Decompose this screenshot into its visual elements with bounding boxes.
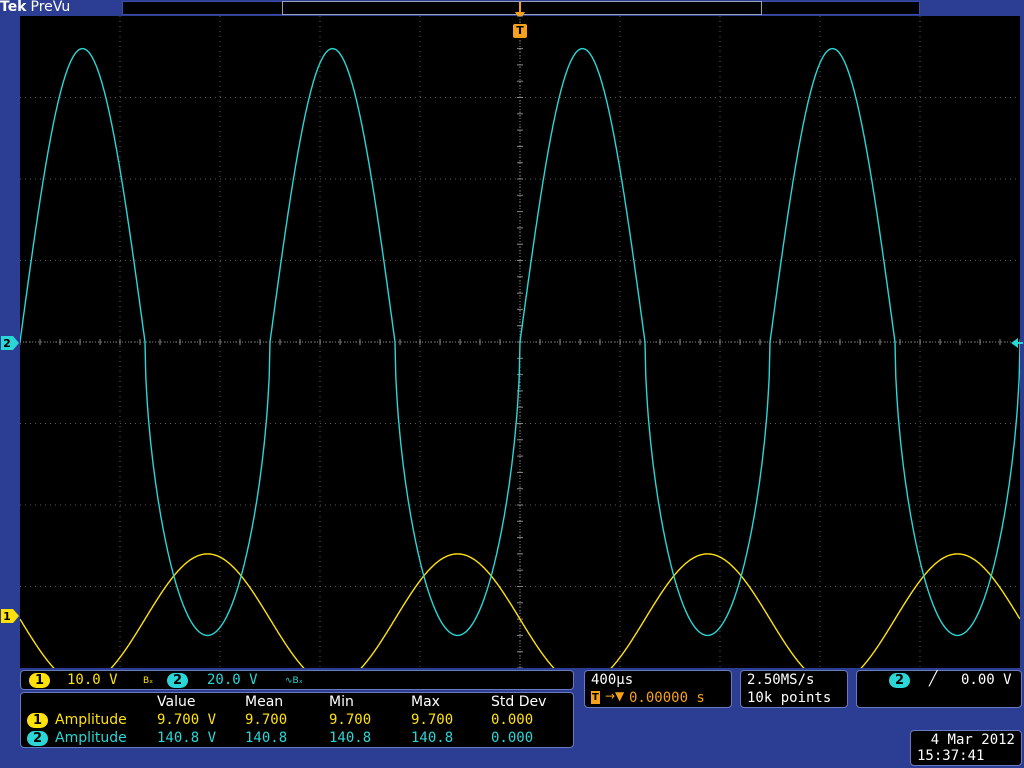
ch2-scale[interactable]: 20.0 V xyxy=(207,672,258,688)
meas-header-std-dev: Std Dev xyxy=(491,694,547,710)
svg-text:1: 1 xyxy=(3,610,11,623)
meas-row1-value: 9.700 V xyxy=(157,712,217,728)
meas-row1-channel-badge: 1 xyxy=(27,713,49,728)
trigger-level-marker[interactable] xyxy=(1010,337,1024,349)
ch1-ground-marker[interactable]: 1 xyxy=(0,608,20,624)
trigger-level[interactable]: 0.00 V xyxy=(961,672,1012,688)
channel-scale-panel: 1 10.0 V Bₓ 2 20.0 V ∿Bₓ xyxy=(20,670,574,690)
meas-row2-channel-badge: 2 xyxy=(27,731,49,746)
ch1-badge[interactable]: 1 xyxy=(29,673,51,688)
ch2-ground-marker[interactable]: 2 xyxy=(0,335,20,351)
meas-row1-name: Amplitude xyxy=(55,712,127,728)
ch1-bandwidth-icon: Bₓ xyxy=(143,676,154,686)
graticule xyxy=(20,16,1020,668)
meas-row2-std-dev: 0.000 xyxy=(491,730,534,746)
meas-row2-name: Amplitude xyxy=(55,730,127,746)
timebase-panel[interactable]: 400µs T →▼ 0.00000 s xyxy=(584,670,732,708)
rising-edge-icon[interactable]: ╱ xyxy=(929,671,937,687)
trigger-time-marker[interactable]: T xyxy=(513,24,527,38)
acquisition-mode: PreVu xyxy=(30,0,71,15)
meas-header-max: Max xyxy=(411,694,440,710)
record-length[interactable]: 10k points xyxy=(747,690,831,706)
meas-row1-max: 9.700 xyxy=(411,712,454,728)
meas-header-mean: Mean xyxy=(245,694,284,710)
acquisition-panel[interactable]: 2.50MS/s 10k points xyxy=(740,670,848,708)
meas-header-value: Value xyxy=(157,694,196,710)
waveform-display[interactable] xyxy=(20,16,1020,668)
meas-row2-min: 140.8 xyxy=(329,730,372,746)
svg-text:2: 2 xyxy=(3,337,11,350)
trigger-arrow-icon: →▼ xyxy=(605,689,625,703)
meas-row1-min: 9.700 xyxy=(329,712,372,728)
sample-rate: 2.50MS/s xyxy=(747,672,815,688)
brand-label: Tek PreVu xyxy=(0,0,70,15)
horizontal-scale[interactable]: 400µs xyxy=(591,672,633,688)
trigger-source-badge[interactable]: 2 xyxy=(889,673,911,688)
ch2-coupling-icon: ∿Bₓ xyxy=(285,676,303,686)
tek-logo: Tek xyxy=(0,0,27,15)
meas-row1-std-dev: 0.000 xyxy=(491,712,534,728)
measurements-panel[interactable]: Value Mean Min Max Std Dev 1 Amplitude 9… xyxy=(20,692,574,748)
meas-row1-mean: 9.700 xyxy=(245,712,288,728)
ch1-scale[interactable]: 10.0 V xyxy=(67,672,118,688)
meas-row2-value: 140.8 V xyxy=(157,730,217,746)
time-label: 15:37:41 xyxy=(917,748,985,764)
trigger-position-value[interactable]: 0.00000 s xyxy=(629,690,705,706)
ch2-badge[interactable]: 2 xyxy=(167,673,189,688)
meas-row2-mean: 140.8 xyxy=(245,730,288,746)
date-label: 4 Mar 2012 xyxy=(930,732,1015,748)
meas-header-min: Min xyxy=(329,694,354,710)
trigger-panel[interactable]: 2 ╱ 0.00 V xyxy=(856,670,1022,708)
meas-row2-max: 140.8 xyxy=(411,730,454,746)
datetime-panel: 4 Mar 2012 15:37:41 xyxy=(910,730,1022,766)
trigger-position-icon: T xyxy=(591,691,600,704)
